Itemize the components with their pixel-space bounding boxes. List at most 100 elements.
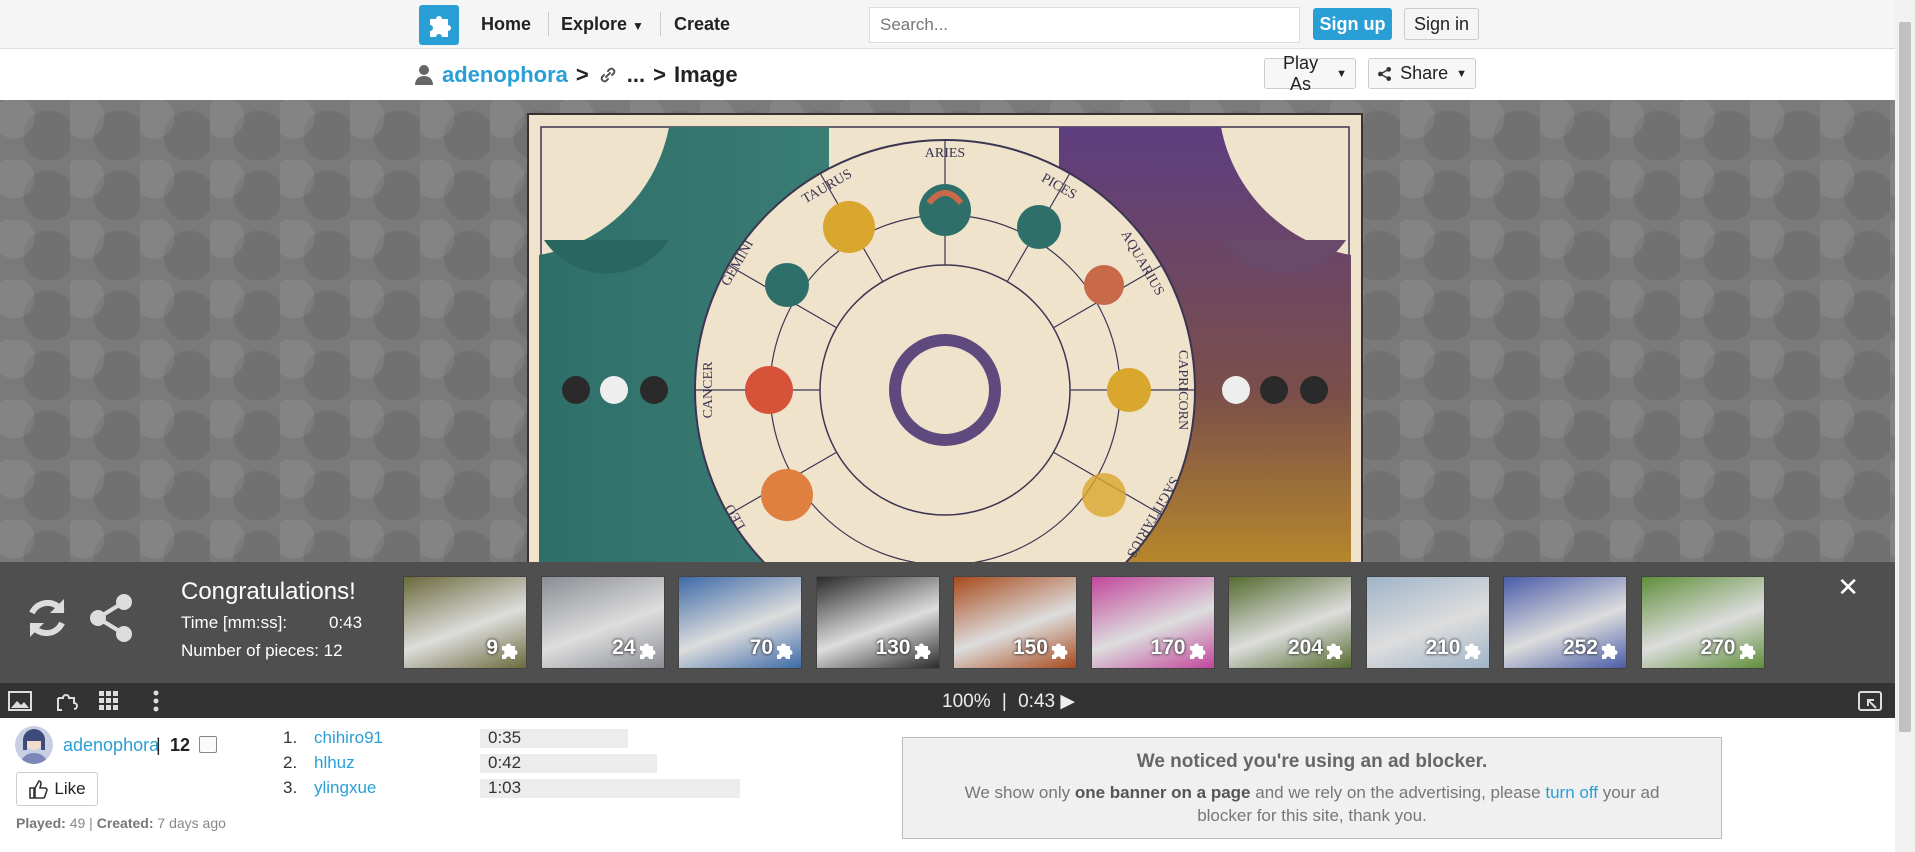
puzzle-piece-icon [1327, 643, 1343, 659]
breadcrumb-ellipsis[interactable]: ... [627, 62, 645, 88]
nav-explore-dropdown[interactable]: Explore ▼ [561, 14, 644, 35]
turn-off-link[interactable]: turn off [1545, 783, 1598, 802]
caret-down-icon: ▼ [1456, 67, 1467, 80]
zoom-level[interactable]: 100% [942, 691, 991, 712]
leaderboard-rank: 3. [283, 778, 298, 797]
time-label: Time [mm:ss]: [181, 613, 288, 632]
piece-count-value: 252 [1562, 636, 1598, 659]
piece-count-option[interactable]: 170 [1090, 576, 1215, 669]
puzzle-image[interactable]: ARIES PICES AQUARIUS CAPRICORN SAGITTARI… [527, 113, 1363, 562]
piece-count-option[interactable]: 24 [540, 576, 665, 669]
share-dropdown[interactable]: Share ▼ [1368, 58, 1476, 89]
breadcrumb-separator: > [653, 62, 666, 87]
zodiac-wheel-image: ARIES PICES AQUARIUS CAPRICORN SAGITTARI… [529, 115, 1361, 562]
owner-puzzle-count[interactable]: 12 [170, 735, 218, 756]
puzzle-piece-icon [777, 643, 793, 659]
puzzle-piece-icon [1189, 643, 1205, 659]
sign-label: CAPRICORN [1175, 350, 1190, 430]
thumbs-up-icon [29, 780, 49, 799]
caret-down-icon: ▼ [1336, 67, 1347, 80]
played-label: Played: [16, 815, 66, 831]
puzzle-piece-icon [639, 643, 655, 659]
restart-icon[interactable] [22, 593, 72, 643]
piece-count-option[interactable]: 130 [815, 576, 940, 669]
piece-count-option[interactable]: 9 [403, 576, 527, 669]
piece-count-value: 24 [612, 636, 636, 659]
page-scrollbar[interactable] [1895, 0, 1915, 852]
created-value: 7 days ago [157, 815, 226, 831]
puzzle-toolbar: 100% | 0:43 ▶ [0, 683, 1895, 718]
piece-count-value: 70 [749, 636, 773, 659]
ghost-image-icon[interactable] [54, 690, 78, 712]
leaderboard-player-link[interactable]: ylingxue [314, 778, 376, 798]
breadcrumb-separator: > [575, 62, 589, 87]
nav-divider [548, 12, 549, 36]
time-value: 0:43 [329, 613, 363, 632]
fullscreen-icon[interactable] [1858, 690, 1882, 712]
piece-count-option[interactable]: 270 [1640, 576, 1765, 669]
owner-divider: | [156, 735, 161, 755]
piece-count-value: 150 [1012, 636, 1048, 659]
nav-home-link[interactable]: Home [481, 14, 531, 35]
created-label: Created: [96, 815, 154, 831]
pieces-label: Number of pieces: 12 [181, 641, 343, 660]
piece-count-value: 204 [1287, 636, 1323, 659]
puzzle-piece-icon [1464, 643, 1480, 659]
share-icon [1378, 66, 1392, 81]
avatar[interactable] [15, 726, 53, 764]
puzzle-info-section: adenophora | 12 Like Played: 49 | Create… [0, 718, 1895, 852]
puzzle-piece-icon [502, 643, 518, 659]
leaderboard-time: 0:42 [488, 753, 522, 772]
congrats-title: Congratulations! [181, 578, 356, 605]
top-navbar: Home Explore ▼ Create Sign up Sign in [0, 0, 1895, 49]
signup-button[interactable]: Sign up [1313, 8, 1392, 40]
breadcrumb-current: Image [673, 62, 738, 87]
breadcrumb-bar: adenophora > ... > Image Play As ▼ Share ▼ [0, 49, 1895, 100]
leaderboard-rank: 2. [283, 753, 298, 772]
piece-count-option[interactable]: 210 [1365, 576, 1490, 669]
site-logo-icon[interactable] [419, 5, 459, 45]
grid-icon[interactable] [97, 690, 121, 712]
image-preview-icon[interactable] [8, 690, 32, 712]
signin-button[interactable]: Sign in [1404, 8, 1479, 40]
puzzle-board[interactable]: ARIES PICES AQUARIUS CAPRICORN SAGITTARI… [0, 100, 1895, 562]
sign-label: CANCER [701, 361, 716, 418]
piece-count-value: 170 [1150, 636, 1186, 659]
leaderboard-player-link[interactable]: hlhuz [314, 753, 355, 773]
chevron-down-icon: ▼ [632, 19, 644, 33]
breadcrumb: adenophora > ... > Image [414, 62, 738, 88]
nav-divider [660, 12, 661, 36]
piece-count-option[interactable]: 150 [953, 576, 1077, 669]
nav-create-link[interactable]: Create [674, 14, 730, 35]
piece-count-option[interactable]: 70 [678, 576, 802, 669]
scrollbar-thumb[interactable] [1899, 22, 1911, 732]
link-icon[interactable] [597, 64, 619, 86]
puzzle-count-icon [199, 736, 218, 753]
like-label: Like [54, 779, 86, 798]
owner-count-value: 12 [170, 735, 191, 755]
timer[interactable]: 0:43 ▶ [1018, 691, 1075, 712]
puzzle-piece-icon [1739, 643, 1755, 659]
piece-count-value: 210 [1425, 636, 1461, 659]
piece-count-option[interactable]: 204 [1228, 576, 1352, 669]
play-as-dropdown[interactable]: Play As ▼ [1264, 53, 1356, 94]
share-icon[interactable] [88, 593, 134, 643]
leaderboard-player-link[interactable]: chihiro91 [314, 728, 383, 748]
user-icon [415, 65, 433, 85]
adblock-bold-text: one banner on a page [1074, 783, 1251, 802]
owner-name-link[interactable]: adenophora [63, 735, 159, 756]
adblock-text: and we rely on the advertising, please [1250, 783, 1546, 802]
like-button[interactable]: Like [16, 772, 98, 806]
puzzle-meta: Played: 49 | Created: 7 days ago [16, 815, 226, 831]
share-label: Share [1400, 63, 1449, 83]
close-icon[interactable]: ✕ [1837, 572, 1859, 603]
played-value: 49 [69, 815, 86, 831]
more-options-icon[interactable] [144, 690, 168, 712]
adblock-notice: We noticed you're using an ad blocker. W… [902, 737, 1722, 839]
adblock-message: We show only one banner on a page and we… [903, 781, 1721, 827]
piece-count-option[interactable]: 252 [1503, 576, 1627, 669]
toolbar-separator: | [1001, 691, 1007, 712]
search-input[interactable] [869, 7, 1300, 43]
breadcrumb-user-link[interactable]: adenophora [442, 62, 568, 88]
congratulations-overlay: Congratulations! Time [mm:ss]: 0:43 Numb… [0, 562, 1895, 683]
